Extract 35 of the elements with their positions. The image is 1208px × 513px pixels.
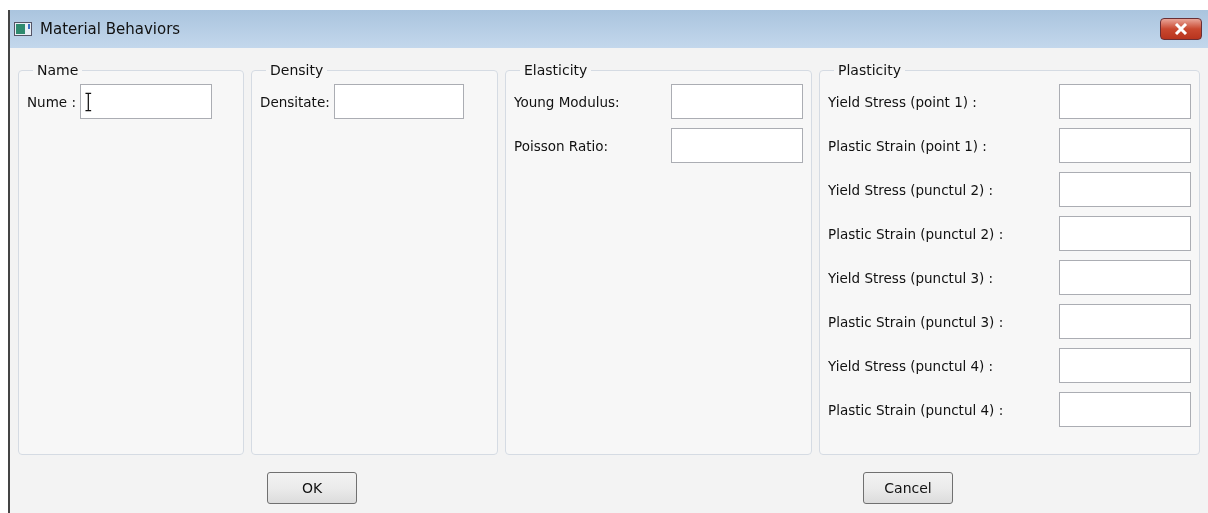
input-field[interactable] <box>1059 392 1191 427</box>
input-field[interactable] <box>671 128 803 163</box>
group-title: Plasticity <box>837 62 902 78</box>
input-field[interactable] <box>671 84 803 119</box>
field-label: Plastic Strain (point 1) : <box>828 137 987 154</box>
field-label: Poisson Ratio: <box>514 137 609 154</box>
field-label: Yield Stress (punctul 3) : <box>828 269 994 286</box>
group-title: Name <box>36 62 80 78</box>
group-title: Density <box>269 62 325 78</box>
field-label: Young Modulus: <box>514 93 620 110</box>
text-cursor-icon <box>84 91 92 112</box>
input-field[interactable] <box>79 84 212 119</box>
input-field[interactable] <box>1059 260 1191 295</box>
window-title: Material Behaviors <box>40 20 182 38</box>
field-label: Yield Stress (punctul 4) : <box>828 357 994 374</box>
field-label: Plastic Strain (punctul 2) : <box>828 225 1004 242</box>
close-button[interactable] <box>1160 18 1202 40</box>
input-field[interactable] <box>1059 128 1191 163</box>
input-field[interactable] <box>1059 348 1191 383</box>
field-label: Plastic Strain (punctul 3) : <box>828 313 1004 330</box>
cancel-button[interactable]: Cancel <box>863 472 953 504</box>
field-label: Plastic Strain (punctul 4) : <box>828 401 1004 418</box>
field-label: Densitate: <box>260 93 330 110</box>
input-field[interactable] <box>1059 304 1191 339</box>
input-field[interactable] <box>1059 216 1191 251</box>
group-title: Elasticity <box>523 62 589 78</box>
field-label: Yield Stress (punctul 2) : <box>828 181 994 198</box>
close-icon <box>1174 23 1188 35</box>
input-field[interactable] <box>1059 172 1191 207</box>
ok-button[interactable]: OK <box>267 472 357 504</box>
field-label: Nume : <box>27 93 76 110</box>
input-field[interactable] <box>1059 84 1191 119</box>
field-label: Yield Stress (point 1) : <box>828 93 977 110</box>
input-field[interactable] <box>333 84 464 119</box>
app-icon <box>14 22 32 36</box>
